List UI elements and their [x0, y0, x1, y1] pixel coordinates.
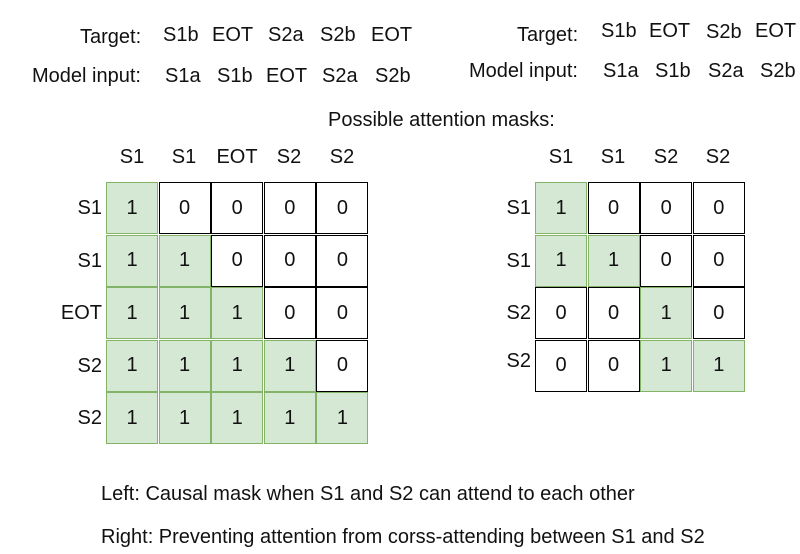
right-target-token: S1b: [601, 20, 637, 42]
left-target-token: S2a: [268, 24, 304, 46]
left-mask-cell: 0: [158, 182, 211, 234]
right-mask-cell: 1: [640, 287, 693, 340]
left-target-token: EOT: [212, 24, 254, 46]
right-column-header: S2: [653, 146, 679, 168]
left-mask-cell: 1: [263, 339, 316, 392]
right-mask-cell: 1: [640, 339, 693, 392]
left-input-token: S1a: [165, 65, 201, 87]
left-mask-cell: 0: [211, 182, 264, 234]
left-mask-cell: 0: [316, 182, 369, 234]
right-mask-cell: 0: [587, 339, 640, 392]
right-input-token: S2b: [760, 60, 796, 82]
right-mask-cell: 1: [535, 234, 587, 287]
right-mask-cell: 0: [535, 287, 587, 340]
left-mask-cell: 1: [211, 339, 264, 392]
left-mask-cell: 0: [316, 234, 369, 287]
left-row-label: EOT: [60, 302, 102, 324]
left-mask-cell: 0: [263, 182, 316, 234]
right-target-token: EOT: [649, 20, 691, 42]
caption-left: Left: Causal mask when S1 and S2 can att…: [101, 483, 635, 505]
left-row-label: S2: [77, 407, 102, 429]
left-column-header: S1: [171, 146, 197, 168]
right-mask-cell: 0: [692, 182, 745, 234]
left-attention-mask: 1000011000111001111011111: [106, 182, 370, 446]
left-input-label: Model input:: [32, 65, 141, 87]
right-mask-cell: 1: [692, 339, 745, 392]
left-input-token: S1b: [217, 65, 253, 87]
left-row-label: S1: [77, 250, 102, 272]
left-column-header: S2: [276, 146, 302, 168]
left-mask-cell: 1: [211, 392, 264, 445]
left-mask-cell: 1: [211, 287, 264, 340]
left-target-token: S2b: [320, 24, 356, 46]
left-column-header: S2: [329, 146, 355, 168]
left-mask-cell: 1: [106, 182, 158, 234]
left-column-header: EOT: [216, 146, 258, 168]
left-mask-cell: 0: [211, 234, 264, 287]
right-mask-cell: 0: [692, 234, 745, 287]
right-target-token: EOT: [755, 20, 797, 42]
right-column-header: S2: [705, 146, 731, 168]
left-target-token: S1b: [163, 24, 199, 46]
right-mask-cell: 1: [587, 234, 640, 287]
right-mask-cell: 0: [692, 287, 745, 340]
left-target-token: EOT: [371, 24, 413, 46]
left-mask-cell: 0: [316, 287, 369, 340]
left-mask-cell: 1: [106, 234, 158, 287]
right-input-token: S1b: [655, 60, 691, 82]
left-mask-cell: 1: [158, 392, 211, 445]
right-column-header: S1: [600, 146, 626, 168]
left-input-token: S2b: [375, 65, 411, 87]
right-mask-cell: 0: [587, 287, 640, 340]
left-mask-cell: 1: [106, 392, 158, 445]
left-mask-cell: 0: [316, 339, 369, 392]
right-mask-cell: 1: [535, 182, 587, 234]
left-mask-cell: 0: [263, 287, 316, 340]
left-mask-cell: 1: [106, 287, 158, 340]
left-mask-cell: 1: [106, 339, 158, 392]
right-input-label: Model input:: [469, 60, 578, 82]
right-attention-mask: 1000110000100011: [535, 182, 747, 394]
section-title: Possible attention masks:: [328, 109, 555, 131]
left-mask-cell: 1: [316, 392, 369, 445]
left-input-token: S2a: [322, 65, 358, 87]
right-row-label: S1: [506, 197, 531, 219]
left-mask-cell: 0: [263, 234, 316, 287]
right-row-label: S2: [506, 302, 531, 324]
left-row-label: S1: [77, 197, 102, 219]
left-column-header: S1: [119, 146, 145, 168]
left-row-label: S2: [77, 355, 102, 377]
right-input-token: S2a: [708, 60, 744, 82]
right-column-header: S1: [548, 146, 574, 168]
caption-right: Right: Preventing attention from corss-a…: [101, 526, 705, 548]
right-mask-cell: 0: [640, 182, 693, 234]
right-mask-cell: 0: [587, 182, 640, 234]
right-target-label: Target:: [517, 24, 579, 46]
right-row-label: S2: [506, 350, 531, 372]
left-mask-cell: 1: [158, 234, 211, 287]
left-mask-cell: 1: [158, 339, 211, 392]
left-input-token: EOT: [266, 65, 308, 87]
left-target-label: Target:: [80, 26, 142, 48]
right-mask-cell: 0: [640, 234, 693, 287]
left-mask-cell: 1: [158, 287, 211, 340]
right-input-token: S1a: [603, 60, 639, 82]
left-mask-cell: 1: [263, 392, 316, 445]
right-target-token: S2b: [706, 21, 742, 43]
right-row-label: S1: [506, 250, 531, 272]
right-mask-cell: 0: [535, 339, 587, 392]
